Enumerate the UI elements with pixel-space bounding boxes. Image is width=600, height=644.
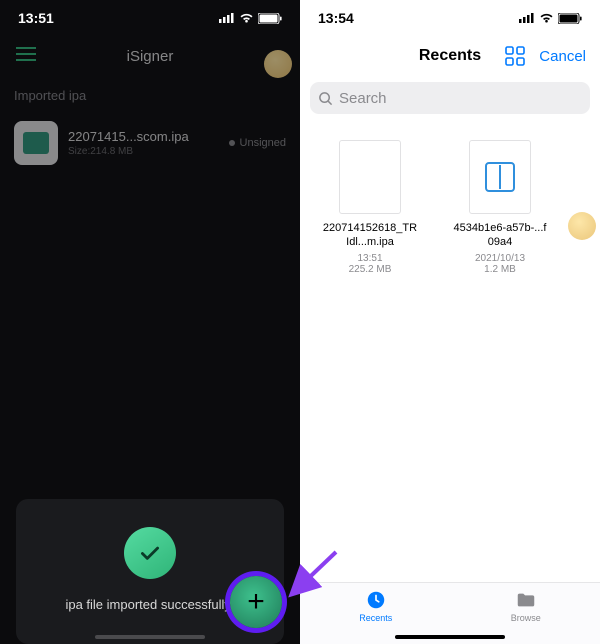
clock-icon <box>365 589 387 611</box>
file-thumbnail <box>335 134 405 214</box>
tab-label: Recents <box>359 613 392 623</box>
plus-icon: + <box>247 587 265 617</box>
cellular-icon <box>219 13 235 23</box>
file-grid: 220714152618_TRIdl...m.ipa 13:51 225.2 M… <box>300 128 600 281</box>
wifi-icon <box>239 13 254 24</box>
ipa-name: 22071415...scom.ipa <box>68 129 219 144</box>
search-input[interactable]: Search <box>310 82 590 114</box>
cancel-button[interactable]: Cancel <box>539 48 586 65</box>
status-time: 13:54 <box>318 10 354 26</box>
main-content: Imported ipa 22071415...scom.ipa Size:21… <box>0 76 300 443</box>
search-icon <box>318 91 333 106</box>
check-icon <box>124 527 176 579</box>
cellular-icon <box>519 13 535 23</box>
home-indicator <box>95 635 205 639</box>
tab-recents[interactable]: Recents <box>359 589 392 623</box>
fab-container: + <box>230 576 282 628</box>
file-time: 13:51 <box>357 253 382 264</box>
picker-header: Recents Cancel <box>300 36 600 76</box>
file-time: 2021/10/13 <box>475 253 525 264</box>
battery-icon <box>258 13 282 24</box>
success-message: ipa file imported successfully! <box>65 597 234 612</box>
picker-title: Recents <box>419 47 481 65</box>
tab-label: Browse <box>511 613 541 623</box>
status-bar: 13:54 <box>300 0 600 36</box>
section-label: Imported ipa <box>14 88 286 103</box>
avatar-sticker <box>264 50 292 78</box>
file-size: 1.2 MB <box>484 264 516 275</box>
battery-icon <box>558 13 582 24</box>
status-text: Unsigned <box>240 137 286 149</box>
isigner-screen: 13:51 iSigner Imported ipa 22071415...sc… <box>0 0 300 644</box>
file-size: 225.2 MB <box>349 264 392 275</box>
ipa-thumbnail <box>14 121 58 165</box>
app-title: iSigner <box>127 48 174 65</box>
file-item[interactable]: 220714152618_TRIdl...m.ipa 13:51 225.2 M… <box>322 134 418 275</box>
search-placeholder: Search <box>339 90 387 107</box>
file-name: 220714152618_TRIdl...m.ipa <box>322 222 418 250</box>
status-bar: 13:51 <box>0 0 300 36</box>
files-picker-screen: 13:54 Recents Cancel Search 220714152618… <box>300 0 600 644</box>
wifi-icon <box>539 13 554 24</box>
ipa-status: Unsigned <box>229 137 286 149</box>
ipa-row[interactable]: 22071415...scom.ipa Size:214.8 MB Unsign… <box>14 115 286 171</box>
audio-icon <box>485 162 515 192</box>
status-dot-icon <box>229 140 235 146</box>
status-time: 13:51 <box>18 10 54 26</box>
ipa-meta: 22071415...scom.ipa Size:214.8 MB <box>68 129 219 157</box>
menu-icon[interactable] <box>16 47 36 66</box>
file-item[interactable]: 4534b1e6-a57b-...f09a4 2021/10/13 1.2 MB <box>452 134 548 275</box>
add-button[interactable]: + <box>230 576 282 628</box>
file-thumbnail <box>465 134 535 214</box>
status-indicators <box>519 13 582 24</box>
view-mode-icon[interactable] <box>505 46 525 66</box>
home-indicator <box>395 635 505 639</box>
app-header: iSigner <box>0 36 300 76</box>
status-indicators <box>219 13 282 24</box>
file-name: 4534b1e6-a57b-...f09a4 <box>452 222 548 250</box>
avatar-sticker <box>568 212 596 240</box>
ipa-size: Size:214.8 MB <box>68 146 219 157</box>
folder-icon <box>515 589 537 611</box>
tab-browse[interactable]: Browse <box>511 589 541 623</box>
